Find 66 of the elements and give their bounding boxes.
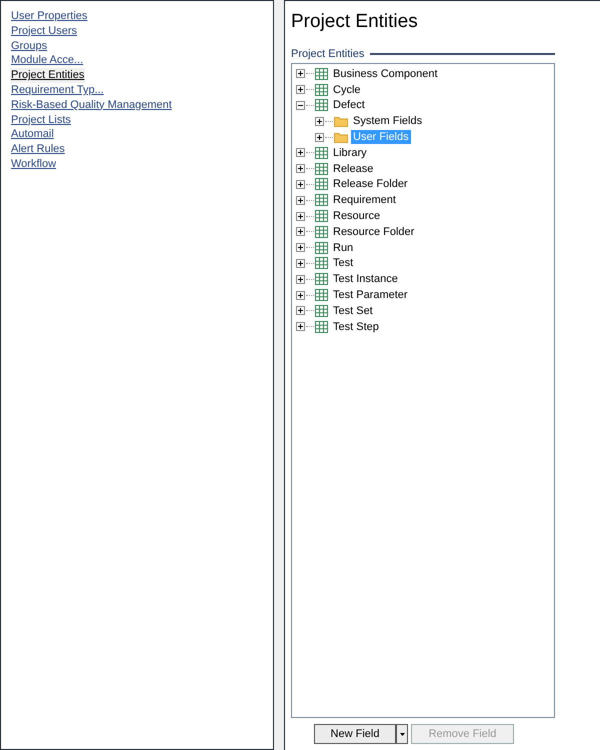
tree-item[interactable]: Run: [331, 240, 356, 255]
grid-icon: [315, 304, 328, 317]
expand-icon[interactable]: [296, 306, 305, 316]
tree-item[interactable]: Test Step: [331, 320, 381, 334]
grid-icon: [315, 194, 328, 206]
sidebar-link[interactable]: Module Acce...: [10, 53, 84, 68]
dropdown-button[interactable]: [396, 724, 408, 744]
grid-icon: [315, 84, 328, 96]
tree-item[interactable]: Defect: [331, 98, 367, 112]
tree-item[interactable]: Library: [331, 146, 369, 160]
expand-icon[interactable]: [296, 212, 305, 221]
expand-icon[interactable]: [315, 132, 324, 142]
sidebar-link[interactable]: Project Entities: [10, 68, 86, 83]
sidebar-link[interactable]: Groups: [10, 38, 48, 54]
expand-icon[interactable]: [296, 148, 305, 158]
expand-icon[interactable]: [296, 180, 305, 189]
expand-icon[interactable]: [296, 258, 305, 268]
expand-icon[interactable]: [315, 116, 324, 126]
sidebar-link[interactable]: Requirement Typ...: [10, 82, 105, 98]
expand-icon[interactable]: [296, 85, 305, 94]
grid-icon: [315, 289, 328, 302]
group-label: Project Entities: [291, 48, 364, 60]
tree-item[interactable]: Resource Folder: [331, 224, 416, 239]
tree-item[interactable]: Cycle: [331, 82, 363, 97]
grid-icon: [315, 162, 328, 175]
caret-icon: [400, 732, 404, 736]
expand-icon[interactable]: [296, 196, 305, 205]
grid-icon: [315, 146, 328, 159]
grid-icon: [315, 210, 328, 222]
expand-icon[interactable]: [296, 274, 305, 284]
field-button[interactable]: New Field: [314, 724, 396, 744]
grid-icon: [315, 99, 328, 112]
folder-icon: [334, 116, 348, 127]
expand-icon[interactable]: [296, 69, 305, 78]
tree-item[interactable]: Test Set: [331, 304, 375, 318]
grid-icon: [315, 226, 328, 238]
sidebar-link[interactable]: Project Users: [10, 24, 78, 39]
expand-icon[interactable]: [296, 290, 305, 300]
grid-icon: [315, 273, 328, 286]
expand-icon[interactable]: [296, 322, 305, 332]
sidebar-link[interactable]: Alert Rules: [10, 142, 66, 157]
sidebar-link[interactable]: Automail: [10, 127, 55, 142]
tree-item[interactable]: System Fields: [351, 114, 424, 128]
grid-icon: [315, 257, 328, 270]
sidebar-link[interactable]: Workflow: [10, 156, 58, 172]
grid-icon: [315, 242, 328, 254]
sidebar-link[interactable]: Risk-Based Quality Management: [10, 98, 173, 113]
expand-icon[interactable]: [296, 243, 305, 252]
grid-icon: [315, 178, 328, 190]
grid-icon: [315, 320, 328, 333]
expand-icon[interactable]: [296, 164, 305, 174]
grid-icon: [315, 68, 328, 80]
collapse-icon[interactable]: [296, 100, 305, 110]
tree-item[interactable]: Requirement: [331, 193, 398, 208]
tree-item[interactable]: Release Folder: [331, 177, 410, 192]
tree-item[interactable]: Resource: [331, 209, 382, 224]
tree-item[interactable]: Release: [331, 162, 376, 176]
tree-item[interactable]: Test: [331, 256, 356, 270]
tree-item[interactable]: Test Instance: [331, 272, 400, 286]
expand-icon[interactable]: [296, 227, 305, 236]
tree-item[interactable]: Business Component: [331, 66, 440, 81]
sidebar-link[interactable]: User Properties: [10, 9, 88, 24]
tree-item[interactable]: Test Parameter: [331, 288, 410, 302]
page-title: Project Entities: [291, 10, 419, 34]
sidebar-link[interactable]: Project Lists: [10, 112, 72, 128]
folder-icon: [334, 132, 348, 143]
